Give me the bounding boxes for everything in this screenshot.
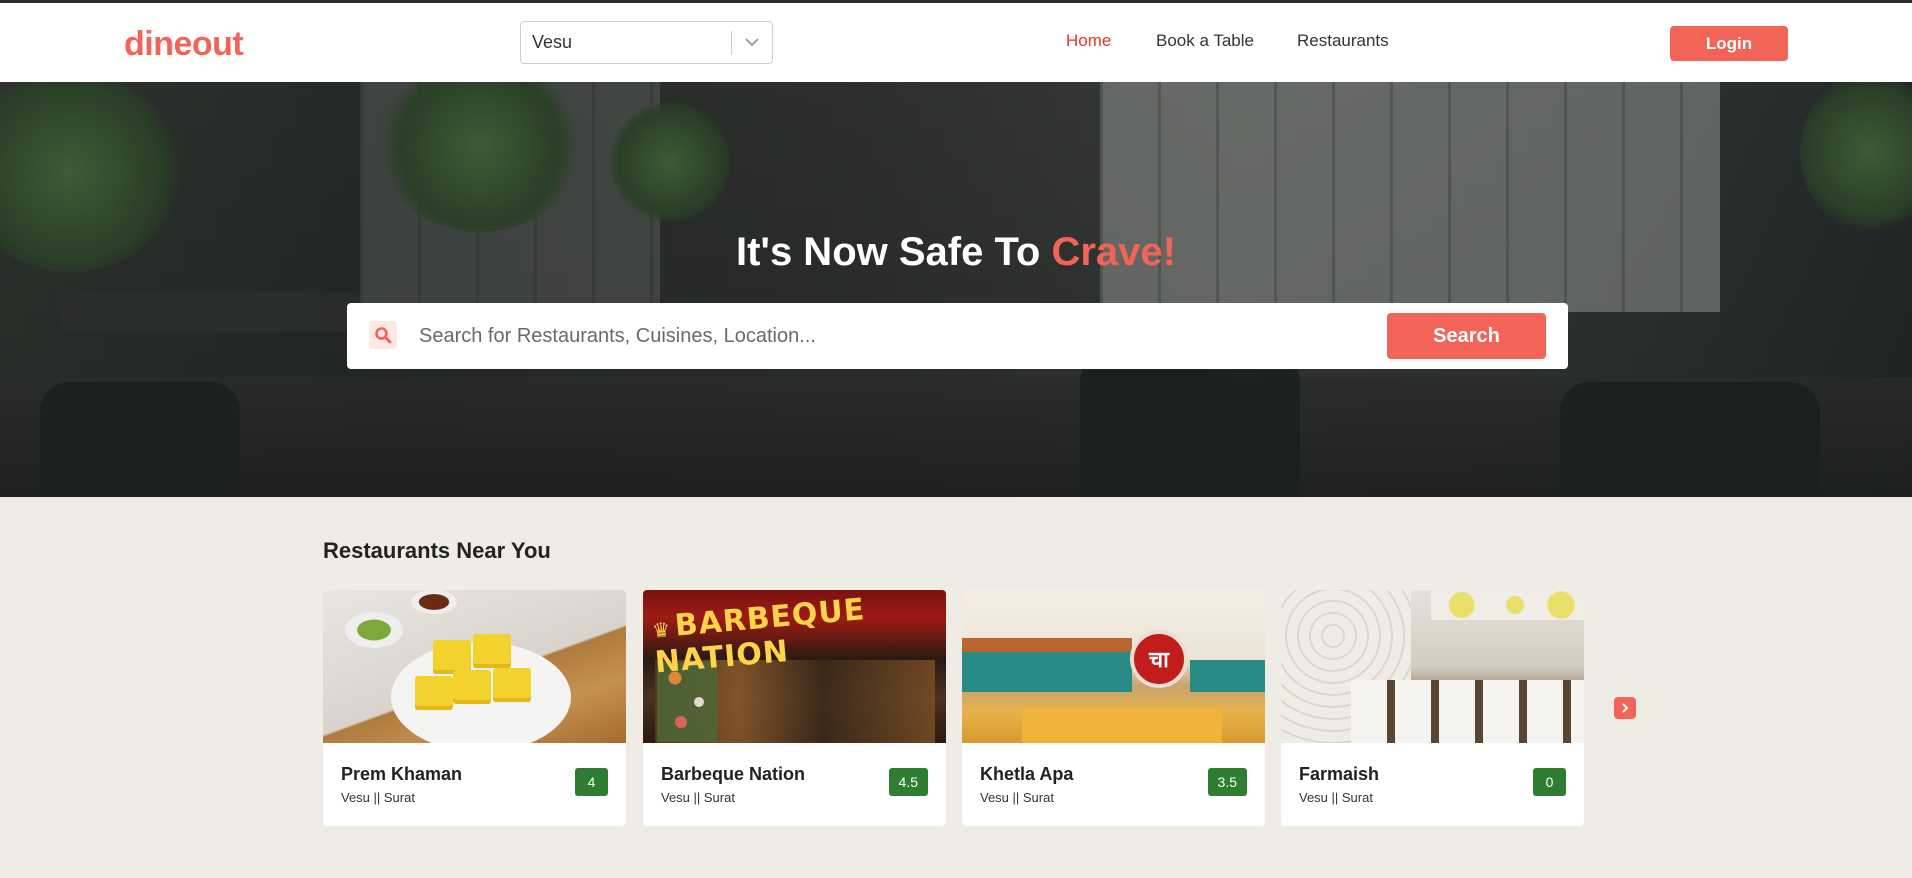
- bench-seat: [962, 652, 1132, 692]
- dhokla-piece: [415, 676, 453, 710]
- chevron-down-icon[interactable]: [732, 22, 772, 63]
- hero-bg-table: [60, 292, 360, 332]
- rating-badge: 3.5: [1207, 768, 1247, 796]
- dhokla-piece: [433, 640, 471, 674]
- restaurant-card[interactable]: चा Khetla Apa Vesu || Surat 3.5: [962, 590, 1265, 826]
- hero-title-accent: Crave!: [1051, 230, 1176, 274]
- chevron-right-icon[interactable]: [1614, 697, 1636, 719]
- dining-table: [1022, 708, 1222, 743]
- hero-bg-plant: [610, 102, 730, 222]
- dineout-logo[interactable]: dineout: [124, 25, 244, 64]
- rating-badge: 0: [1533, 768, 1566, 796]
- hero-bg-chair: [1080, 352, 1300, 497]
- hero-title: It's Now Safe To Crave!: [0, 230, 1912, 275]
- restaurant-location: Vesu || Surat: [1299, 790, 1373, 805]
- restaurant-name: Prem Khaman: [341, 764, 463, 784]
- dining-tables: [1351, 680, 1584, 743]
- logo-text: dineout: [124, 25, 244, 63]
- restaurant-image: [323, 590, 626, 743]
- hero-bg-window: [1100, 82, 1720, 312]
- dhokla-piece: [493, 668, 531, 702]
- restaurant-location: Vesu || Surat: [661, 790, 735, 805]
- dhokla-piece: [453, 670, 491, 704]
- nav-home[interactable]: Home: [1066, 31, 1111, 51]
- restaurant-image: चा: [962, 590, 1265, 743]
- city-select-value: Vesu: [532, 32, 573, 52]
- hero-bg-chair: [1560, 382, 1820, 497]
- hero-bg-chair: [40, 382, 240, 497]
- hero-title-prefix: It's Now Safe To: [736, 230, 1052, 274]
- restaurant-location: Vesu || Surat: [341, 790, 415, 805]
- hero-banner: It's Now Safe To Crave! Search: [0, 82, 1912, 497]
- restaurant-card[interactable]: Prem Khaman Vesu || Surat 4: [323, 590, 626, 826]
- rating-badge: 4.5: [888, 768, 928, 796]
- chutney-bowl: [345, 612, 403, 648]
- restaurant-image: ♛BARBEQUE NATION: [643, 590, 946, 743]
- search-icon: [369, 321, 397, 349]
- crown-icon: ♛: [651, 617, 673, 643]
- ceiling-lights: [1431, 590, 1584, 620]
- restaurant-name: Khetla Apa: [980, 764, 1074, 784]
- restaurant-image: [1281, 590, 1584, 743]
- top-header: dineout Vesu Home Book a Table Restauran…: [0, 0, 1912, 82]
- khetla-wall-logo: चा: [1130, 630, 1188, 688]
- search-button[interactable]: Search: [1387, 313, 1546, 359]
- dhokla-piece: [473, 634, 511, 668]
- search-bar: Search: [347, 303, 1568, 369]
- search-input[interactable]: [419, 317, 1319, 355]
- rating-badge: 4: [575, 768, 608, 796]
- restaurant-location: Vesu || Surat: [980, 790, 1054, 805]
- restaurant-name: Barbeque Nation: [661, 764, 806, 784]
- login-button[interactable]: Login: [1670, 26, 1788, 61]
- section-title: Restaurants Near You: [323, 538, 551, 563]
- restaurant-card[interactable]: Farmaish Vesu || Surat 0: [1281, 590, 1584, 826]
- bench-seat: [1190, 660, 1265, 692]
- nav-book-a-table[interactable]: Book a Table: [1156, 31, 1254, 51]
- hero-bg-plant: [1800, 82, 1912, 232]
- city-select[interactable]: Vesu: [520, 21, 773, 64]
- sauce-bowl: [411, 590, 457, 614]
- restaurant-name: Farmaish: [1299, 764, 1380, 784]
- nav-restaurants[interactable]: Restaurants: [1297, 31, 1389, 51]
- restaurant-card[interactable]: ♛BARBEQUE NATION Barbeque Nation Vesu ||…: [643, 590, 946, 826]
